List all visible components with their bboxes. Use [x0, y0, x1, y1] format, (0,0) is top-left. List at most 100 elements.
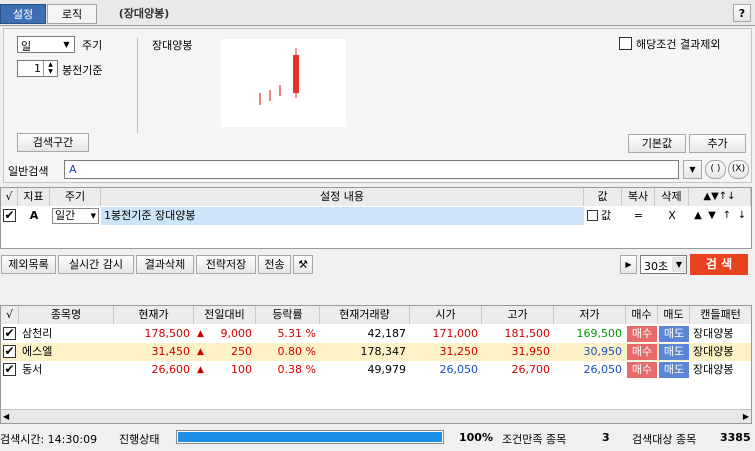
candle-pattern: 장대양봉 — [693, 327, 734, 340]
cond-row-content[interactable]: 1봉전기준 장대양봉 — [101, 207, 584, 225]
buy-button[interactable]: 매수 — [627, 326, 657, 342]
interval-select[interactable]: 30초 ▼ — [640, 255, 687, 274]
realtime-watch-button[interactable]: 실시간 감시 — [58, 255, 134, 274]
cond-header-check: √ — [1, 188, 18, 206]
match-count: 3 — [602, 431, 610, 444]
cond-row-copy[interactable]: = — [622, 207, 655, 225]
current-price: 26,600 — [151, 363, 191, 376]
send-button[interactable]: 전송 — [258, 255, 291, 274]
search-dropdown-button[interactable]: ▼ — [683, 160, 702, 179]
condition-title: (장대양봉) — [118, 7, 170, 20]
change-rate: 0.80 % — [277, 345, 316, 358]
search-button[interactable]: 검 색 — [690, 254, 748, 275]
stepper-down-icon[interactable]: ▼ — [43, 68, 57, 76]
bar-count-label: 봉전기준 — [62, 64, 103, 77]
cond-header-period: 주기 — [50, 188, 101, 206]
table-row[interactable]: ✔ 동서 26,600 ▲ 100 0.38 % 49,979 26,050 2… — [1, 361, 751, 379]
change-rate: 0.38 % — [277, 363, 316, 376]
add-button[interactable]: 추가 — [689, 134, 746, 153]
search-time: 검색시간: 14:30:09 — [0, 433, 98, 446]
row-checkbox[interactable]: ✔ — [3, 327, 16, 340]
sell-button[interactable]: 매도 — [659, 362, 689, 378]
candle-preview — [221, 39, 346, 127]
result-header-volume: 현재거래량 — [320, 306, 410, 324]
result-header-pattern: 캔들패턴 — [690, 306, 751, 324]
match-label: 조건만족 종목 — [502, 433, 567, 446]
cond-row-period-select[interactable]: 일간 ▼ — [52, 208, 99, 224]
default-button[interactable]: 기본값 — [628, 134, 686, 153]
move-bottom-icon[interactable]: ▼ — [705, 207, 719, 225]
move-top-icon[interactable]: ▲ — [691, 207, 705, 225]
period-unit-label: 주기 — [82, 39, 103, 52]
chevron-down-icon: ▼ — [90, 212, 96, 220]
volume: 42,187 — [367, 327, 407, 340]
progress-percent: 100% — [459, 431, 493, 444]
save-strategy-button[interactable]: 전략저장 — [196, 255, 256, 274]
low-price: 26,050 — [583, 363, 623, 376]
result-header-check: √ — [1, 306, 19, 324]
result-header-diff: 전일대비 — [194, 306, 256, 324]
stock-name[interactable]: 동서 — [19, 361, 114, 379]
candle-preview-icon — [259, 48, 299, 105]
cond-row-value-checkbox[interactable] — [587, 210, 598, 221]
low-price: 169,500 — [576, 327, 623, 340]
play-button[interactable]: ▶ — [620, 255, 637, 274]
table-row[interactable]: ✔ 삼천리 178,500 ▲ 9,000 5.31 % 42,187 171,… — [1, 325, 751, 343]
tab-logic[interactable]: 로직 — [47, 4, 97, 24]
help-button[interactable]: ? — [733, 4, 751, 22]
cond-row-checkbox[interactable]: ✔ — [3, 209, 16, 222]
stock-name[interactable]: 에스엘 — [19, 343, 114, 361]
current-price: 31,450 — [151, 345, 191, 358]
volume: 178,347 — [360, 345, 407, 358]
cond-row[interactable]: ✔ A 일간 ▼ 1봉전기준 장대양봉 값 = X ▲ ▼ ↑ ↓ — [1, 207, 751, 225]
exclude-list-button[interactable]: 제외목록 — [1, 255, 56, 274]
move-down-icon[interactable]: ↓ — [735, 207, 749, 225]
xor-button[interactable]: (X) — [728, 160, 749, 179]
buy-button[interactable]: 매수 — [627, 362, 657, 378]
price-diff: 250 — [231, 345, 252, 358]
exclude-label: 해당조건 결과제외 — [636, 38, 721, 51]
high-price: 181,500 — [504, 327, 551, 340]
progress-fill — [178, 432, 442, 442]
stock-name[interactable]: 삼천리 — [19, 325, 114, 343]
general-search-input[interactable]: A — [64, 160, 679, 179]
table-row[interactable]: ✔ 에스엘 31,450 ▲ 250 0.80 % 178,347 31,250… — [1, 343, 751, 361]
interval-value: 30초 — [644, 260, 669, 273]
tool-icon[interactable]: ⚒ — [293, 255, 313, 274]
cond-row-delete[interactable]: X — [655, 207, 689, 225]
tab-setting[interactable]: 설정 — [0, 4, 46, 24]
horizontal-scrollbar[interactable]: ◀ ▶ — [1, 409, 751, 423]
change-rate: 5.31 % — [277, 327, 316, 340]
cond-row-period-value: 일간 — [55, 209, 76, 222]
search-range-button[interactable]: 검색구간 — [17, 133, 89, 152]
bar-count-stepper[interactable]: 1 ▲ ▼ — [17, 60, 58, 77]
chevron-down-icon: ▼ — [672, 257, 686, 272]
scroll-left-icon[interactable]: ◀ — [3, 410, 9, 423]
paren-button[interactable]: ( ) — [705, 160, 726, 179]
result-header-open: 시가 — [410, 306, 482, 324]
result-header-high: 고가 — [482, 306, 554, 324]
progress-bar — [176, 430, 444, 444]
open-price: 26,050 — [439, 363, 479, 376]
period-unit-select[interactable]: 일 ▼ — [17, 36, 75, 53]
result-header-rate: 등락률 — [256, 306, 320, 324]
scroll-right-icon[interactable]: ▶ — [743, 410, 749, 423]
row-checkbox[interactable]: ✔ — [3, 345, 16, 358]
sell-button[interactable]: 매도 — [659, 344, 689, 360]
bar-count-value: 1 — [34, 62, 41, 75]
result-header-price: 현재가 — [114, 306, 194, 324]
cond-header-indicator: 지표 — [18, 188, 50, 206]
sell-button[interactable]: 매도 — [659, 326, 689, 342]
cond-row-indicator: A — [29, 209, 39, 222]
buy-button[interactable]: 매수 — [627, 344, 657, 360]
high-price: 26,700 — [511, 363, 551, 376]
progress-label: 진행상태 — [119, 433, 160, 446]
row-checkbox[interactable]: ✔ — [3, 363, 16, 376]
volume: 49,979 — [367, 363, 407, 376]
cond-header-delete: 삭제 — [655, 188, 689, 206]
condition-name: 장대양봉 — [152, 39, 193, 52]
move-up-icon[interactable]: ↑ — [720, 207, 734, 225]
cond-header-copy: 복사 — [622, 188, 655, 206]
exclude-checkbox[interactable] — [619, 37, 632, 50]
delete-result-button[interactable]: 결과삭제 — [136, 255, 194, 274]
